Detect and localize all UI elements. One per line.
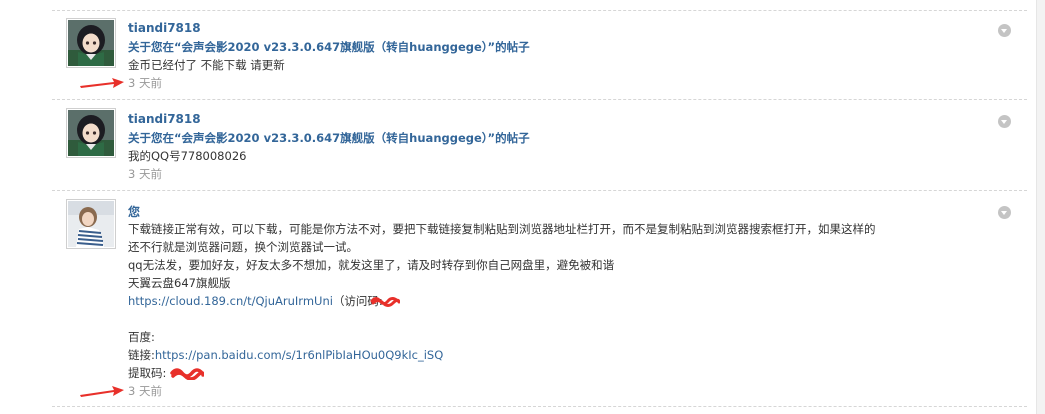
sender-name[interactable]: 您 bbox=[128, 203, 140, 220]
red-scribble-redaction bbox=[370, 297, 400, 307]
message-text: 下载链接正常有效，可以下载，可能是你方法不对，要把下载链接复制粘贴到浏览器地址栏… bbox=[128, 222, 876, 236]
message-text: 百度: bbox=[128, 330, 155, 344]
avatar[interactable] bbox=[66, 108, 116, 158]
message-text: 提取码: bbox=[128, 366, 167, 380]
anime-character-avatar-icon bbox=[68, 110, 114, 156]
timestamp: 3 天前 bbox=[128, 76, 162, 90]
list-divider bbox=[52, 406, 1027, 407]
thread-link[interactable]: 关于您在“会声会影2020 v23.3.0.647旗舰版（转自huanggege… bbox=[128, 39, 530, 55]
message-text: 我的QQ号778008026 bbox=[128, 149, 247, 163]
red-scribble-redaction bbox=[170, 368, 204, 380]
chevron-down-circle-icon[interactable] bbox=[998, 115, 1011, 128]
chevron-down-circle-icon[interactable] bbox=[998, 24, 1011, 37]
chevron-down-circle-icon[interactable] bbox=[998, 206, 1011, 219]
avatar[interactable] bbox=[66, 18, 116, 68]
message-text: 链接:https://pan.baidu.com/s/1r6nlPibIaHOu… bbox=[128, 347, 443, 363]
cloud-189-link[interactable]: https://cloud.189.cn/t/QjuAruIrmUni bbox=[128, 294, 333, 308]
message-text: 还不行就是浏览器问题，换个浏览器试一试。 bbox=[128, 240, 358, 254]
timestamp: 3 天前 bbox=[128, 384, 162, 398]
red-arrow-icon bbox=[80, 78, 124, 88]
link-label: 链接: bbox=[128, 348, 155, 362]
list-divider bbox=[52, 99, 1027, 100]
sender-name[interactable]: tiandi7818 bbox=[128, 112, 201, 126]
timestamp: 3 天前 bbox=[128, 167, 162, 181]
avatar[interactable] bbox=[66, 199, 116, 249]
anime-character-avatar-icon bbox=[68, 20, 114, 66]
message-text: 金币已经付了 不能下载 请更新 bbox=[128, 58, 285, 72]
scrollbar-track[interactable] bbox=[1036, 0, 1045, 414]
girl-photo-avatar-icon bbox=[68, 201, 114, 247]
list-divider bbox=[52, 190, 1027, 191]
red-arrow-icon bbox=[80, 386, 124, 397]
message-text: https://cloud.189.cn/t/QjuAruIrmUni（访问码: bbox=[128, 293, 383, 309]
thread-link[interactable]: 关于您在“会声会影2020 v23.3.0.647旗舰版（转自huanggege… bbox=[128, 130, 530, 146]
list-divider bbox=[52, 10, 1027, 11]
message-text: qq无法发，要加好友，好友太多不想加，就发这里了，请及时转存到你自己网盘里，避免… bbox=[128, 258, 615, 272]
baidu-pan-link[interactable]: https://pan.baidu.com/s/1r6nlPibIaHOu0Q9… bbox=[155, 348, 443, 362]
sender-name[interactable]: tiandi7818 bbox=[128, 21, 201, 35]
notification-page: tiandi7818 关于您在“会声会影2020 v23.3.0.647旗舰版（… bbox=[0, 0, 1045, 414]
message-text: 天翼云盘647旗舰版 bbox=[128, 276, 231, 290]
